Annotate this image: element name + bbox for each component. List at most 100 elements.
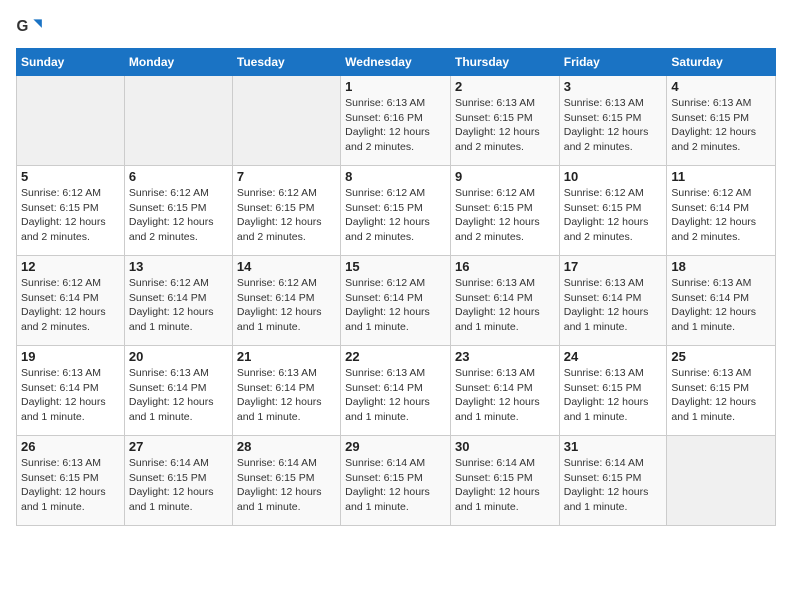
- day-info: Sunrise: 6:13 AM Sunset: 6:16 PM Dayligh…: [345, 96, 446, 155]
- day-number: 25: [671, 349, 771, 364]
- calendar-cell: 3 Sunrise: 6:13 AM Sunset: 6:15 PM Daylig…: [559, 76, 667, 166]
- day-number: 21: [237, 349, 336, 364]
- day-info: Sunrise: 6:12 AM Sunset: 6:15 PM Dayligh…: [21, 186, 120, 245]
- page-header: G: [16, 16, 776, 38]
- day-info: Sunrise: 6:12 AM Sunset: 6:14 PM Dayligh…: [129, 276, 228, 335]
- calendar-cell: 8 Sunrise: 6:12 AM Sunset: 6:15 PM Daylig…: [341, 166, 451, 256]
- calendar-cell: 16 Sunrise: 6:13 AM Sunset: 6:14 PM Dayli…: [450, 256, 559, 346]
- calendar-cell: 2Sunrise: 6:13 AM Sunset: 6:15 PM Daylig…: [450, 76, 559, 166]
- calendar-week-row: 12 Sunrise: 6:12 AM Sunset: 6:14 PM Dayli…: [17, 256, 776, 346]
- day-of-week-header: Friday: [559, 49, 667, 76]
- day-number: 17: [564, 259, 663, 274]
- day-number: 20: [129, 349, 228, 364]
- calendar-body: 1 Sunrise: 6:13 AM Sunset: 6:16 PM Daylig…: [17, 76, 776, 526]
- day-info: Sunrise: 6:13 AM Sunset: 6:15 PM Dayligh…: [21, 456, 120, 515]
- calendar-table: SundayMondayTuesdayWednesdayThursdayFrid…: [16, 48, 776, 526]
- day-number: 30: [455, 439, 555, 454]
- day-info: Sunrise: 6:13 AM Sunset: 6:14 PM Dayligh…: [671, 276, 771, 335]
- calendar-cell: [667, 436, 776, 526]
- day-number: 29: [345, 439, 446, 454]
- day-info: Sunrise: 6:13 AM Sunset: 6:15 PM Dayligh…: [455, 96, 555, 155]
- day-number: 7: [237, 169, 336, 184]
- calendar-header-row: SundayMondayTuesdayWednesdayThursdayFrid…: [17, 49, 776, 76]
- day-number: 10: [564, 169, 663, 184]
- day-info: Sunrise: 6:12 AM Sunset: 6:14 PM Dayligh…: [237, 276, 336, 335]
- day-number: 1: [345, 79, 446, 94]
- calendar-cell: 7 Sunrise: 6:12 AM Sunset: 6:15 PM Daylig…: [232, 166, 340, 256]
- day-number: 23: [455, 349, 555, 364]
- day-info: Sunrise: 6:12 AM Sunset: 6:15 PM Dayligh…: [129, 186, 228, 245]
- day-number: 4: [671, 79, 771, 94]
- day-info: Sunrise: 6:12 AM Sunset: 6:15 PM Dayligh…: [237, 186, 336, 245]
- day-info: Sunrise: 6:12 AM Sunset: 6:15 PM Dayligh…: [564, 186, 663, 245]
- day-of-week-header: Wednesday: [341, 49, 451, 76]
- day-number: 24: [564, 349, 663, 364]
- day-info: Sunrise: 6:12 AM Sunset: 6:15 PM Dayligh…: [345, 186, 446, 245]
- day-number: 27: [129, 439, 228, 454]
- calendar-cell: 27 Sunrise: 6:14 AM Sunset: 6:15 PM Dayli…: [124, 436, 232, 526]
- calendar-cell: [17, 76, 125, 166]
- calendar-cell: 9 Sunrise: 6:12 AM Sunset: 6:15 PM Daylig…: [450, 166, 559, 256]
- calendar-cell: [124, 76, 232, 166]
- calendar-cell: 20 Sunrise: 6:13 AM Sunset: 6:14 PM Dayli…: [124, 346, 232, 436]
- calendar-cell: 10 Sunrise: 6:12 AM Sunset: 6:15 PM Dayli…: [559, 166, 667, 256]
- calendar-cell: 28 Sunrise: 6:14 AM Sunset: 6:15 PM Dayli…: [232, 436, 340, 526]
- day-number: 26: [21, 439, 120, 454]
- day-info: Sunrise: 6:13 AM Sunset: 6:14 PM Dayligh…: [21, 366, 120, 425]
- calendar-cell: 11 Sunrise: 6:12 AM Sunset: 6:14 PM Dayli…: [667, 166, 776, 256]
- calendar-cell: 26 Sunrise: 6:13 AM Sunset: 6:15 PM Dayli…: [17, 436, 125, 526]
- calendar-cell: 24 Sunrise: 6:13 AM Sunset: 6:15 PM Dayli…: [559, 346, 667, 436]
- calendar-cell: 13 Sunrise: 6:12 AM Sunset: 6:14 PM Dayli…: [124, 256, 232, 346]
- day-info: Sunrise: 6:13 AM Sunset: 6:15 PM Dayligh…: [564, 366, 663, 425]
- calendar-cell: 12Sunrise: 6:12 AM Sunset: 6:14 PM Dayli…: [17, 256, 125, 346]
- day-number: 3: [564, 79, 663, 94]
- calendar-cell: 4 Sunrise: 6:13 AM Sunset: 6:15 PM Daylig…: [667, 76, 776, 166]
- calendar-cell: 22Sunrise: 6:13 AM Sunset: 6:14 PM Dayli…: [341, 346, 451, 436]
- logo-icon: G: [16, 16, 44, 38]
- calendar-cell: 31Sunrise: 6:14 AM Sunset: 6:15 PM Dayli…: [559, 436, 667, 526]
- calendar-cell: 14 Sunrise: 6:12 AM Sunset: 6:14 PM Dayli…: [232, 256, 340, 346]
- day-number: 16: [455, 259, 555, 274]
- day-number: 28: [237, 439, 336, 454]
- calendar-week-row: 1 Sunrise: 6:13 AM Sunset: 6:16 PM Daylig…: [17, 76, 776, 166]
- day-info: Sunrise: 6:13 AM Sunset: 6:14 PM Dayligh…: [129, 366, 228, 425]
- day-info: Sunrise: 6:13 AM Sunset: 6:15 PM Dayligh…: [564, 96, 663, 155]
- day-info: Sunrise: 6:13 AM Sunset: 6:15 PM Dayligh…: [671, 366, 771, 425]
- calendar-cell: 29 Sunrise: 6:14 AM Sunset: 6:15 PM Dayli…: [341, 436, 451, 526]
- day-number: 6: [129, 169, 228, 184]
- day-number: 13: [129, 259, 228, 274]
- day-number: 19: [21, 349, 120, 364]
- day-info: Sunrise: 6:14 AM Sunset: 6:15 PM Dayligh…: [345, 456, 446, 515]
- calendar-cell: 30Sunrise: 6:14 AM Sunset: 6:15 PM Dayli…: [450, 436, 559, 526]
- calendar-cell: 5 Sunrise: 6:12 AM Sunset: 6:15 PM Daylig…: [17, 166, 125, 256]
- day-info: Sunrise: 6:12 AM Sunset: 6:14 PM Dayligh…: [671, 186, 771, 245]
- day-number: 8: [345, 169, 446, 184]
- day-info: Sunrise: 6:12 AM Sunset: 6:14 PM Dayligh…: [345, 276, 446, 335]
- day-number: 22: [345, 349, 446, 364]
- day-of-week-header: Tuesday: [232, 49, 340, 76]
- day-number: 9: [455, 169, 555, 184]
- day-of-week-header: Saturday: [667, 49, 776, 76]
- day-number: 12: [21, 259, 120, 274]
- calendar-cell: 19 Sunrise: 6:13 AM Sunset: 6:14 PM Dayli…: [17, 346, 125, 436]
- day-info: Sunrise: 6:13 AM Sunset: 6:14 PM Dayligh…: [237, 366, 336, 425]
- day-number: 14: [237, 259, 336, 274]
- day-info: Sunrise: 6:13 AM Sunset: 6:14 PM Dayligh…: [455, 276, 555, 335]
- calendar-cell: 18 Sunrise: 6:13 AM Sunset: 6:14 PM Dayli…: [667, 256, 776, 346]
- day-number: 5: [21, 169, 120, 184]
- day-info: Sunrise: 6:13 AM Sunset: 6:15 PM Dayligh…: [671, 96, 771, 155]
- day-number: 11: [671, 169, 771, 184]
- day-info: Sunrise: 6:14 AM Sunset: 6:15 PM Dayligh…: [237, 456, 336, 515]
- day-info: Sunrise: 6:12 AM Sunset: 6:15 PM Dayligh…: [455, 186, 555, 245]
- day-of-week-header: Thursday: [450, 49, 559, 76]
- calendar-cell: 1 Sunrise: 6:13 AM Sunset: 6:16 PM Daylig…: [341, 76, 451, 166]
- day-info: Sunrise: 6:14 AM Sunset: 6:15 PM Dayligh…: [129, 456, 228, 515]
- calendar-cell: 6 Sunrise: 6:12 AM Sunset: 6:15 PM Daylig…: [124, 166, 232, 256]
- day-of-week-header: Sunday: [17, 49, 125, 76]
- day-number: 18: [671, 259, 771, 274]
- calendar-week-row: 26 Sunrise: 6:13 AM Sunset: 6:15 PM Dayli…: [17, 436, 776, 526]
- day-info: Sunrise: 6:13 AM Sunset: 6:14 PM Dayligh…: [455, 366, 555, 425]
- logo: G: [16, 16, 48, 38]
- calendar-cell: 25 Sunrise: 6:13 AM Sunset: 6:15 PM Dayli…: [667, 346, 776, 436]
- day-info: Sunrise: 6:14 AM Sunset: 6:15 PM Dayligh…: [564, 456, 663, 515]
